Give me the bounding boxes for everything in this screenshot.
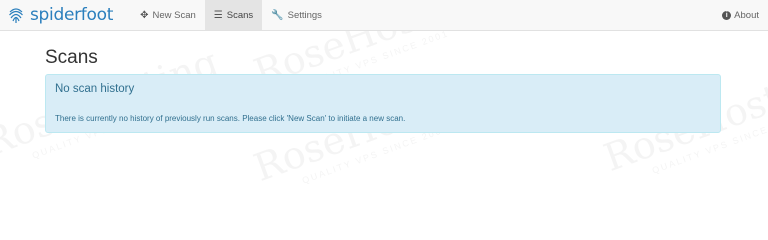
nav-about-label: About: [734, 9, 759, 21]
nav-scans-label: Scans: [226, 9, 254, 21]
page-title: Scans: [45, 47, 98, 68]
nav-new-scan-label: New Scan: [152, 9, 196, 21]
nav-settings[interactable]: 🔧 Settings: [262, 0, 331, 30]
brand-logo[interactable]: spiderfoot: [0, 0, 123, 30]
wrench-icon: 🔧: [271, 9, 284, 21]
fingerprint-icon: [9, 8, 23, 23]
alert-heading: No scan history: [55, 83, 135, 95]
main-nav: ✥ New Scan ☰ Scans 🔧 Settings: [131, 0, 331, 30]
info-alert: No scan history There is currently no hi…: [45, 74, 721, 133]
alert-message: There is currently no history of previou…: [55, 114, 406, 123]
top-navbar: spiderfoot ✥ New Scan ☰ Scans 🔧 Settings…: [0, 0, 768, 31]
asterisk-icon: ✥: [140, 9, 149, 21]
list-icon: ☰: [213, 9, 223, 21]
info-icon: i: [722, 10, 732, 20]
nav-new-scan[interactable]: ✥ New Scan: [131, 0, 205, 30]
nav-settings-label: Settings: [287, 9, 322, 21]
nav-scans[interactable]: ☰ Scans: [204, 0, 263, 30]
nav-about[interactable]: i About: [713, 0, 768, 30]
brand-name: spiderfoot: [30, 5, 114, 25]
